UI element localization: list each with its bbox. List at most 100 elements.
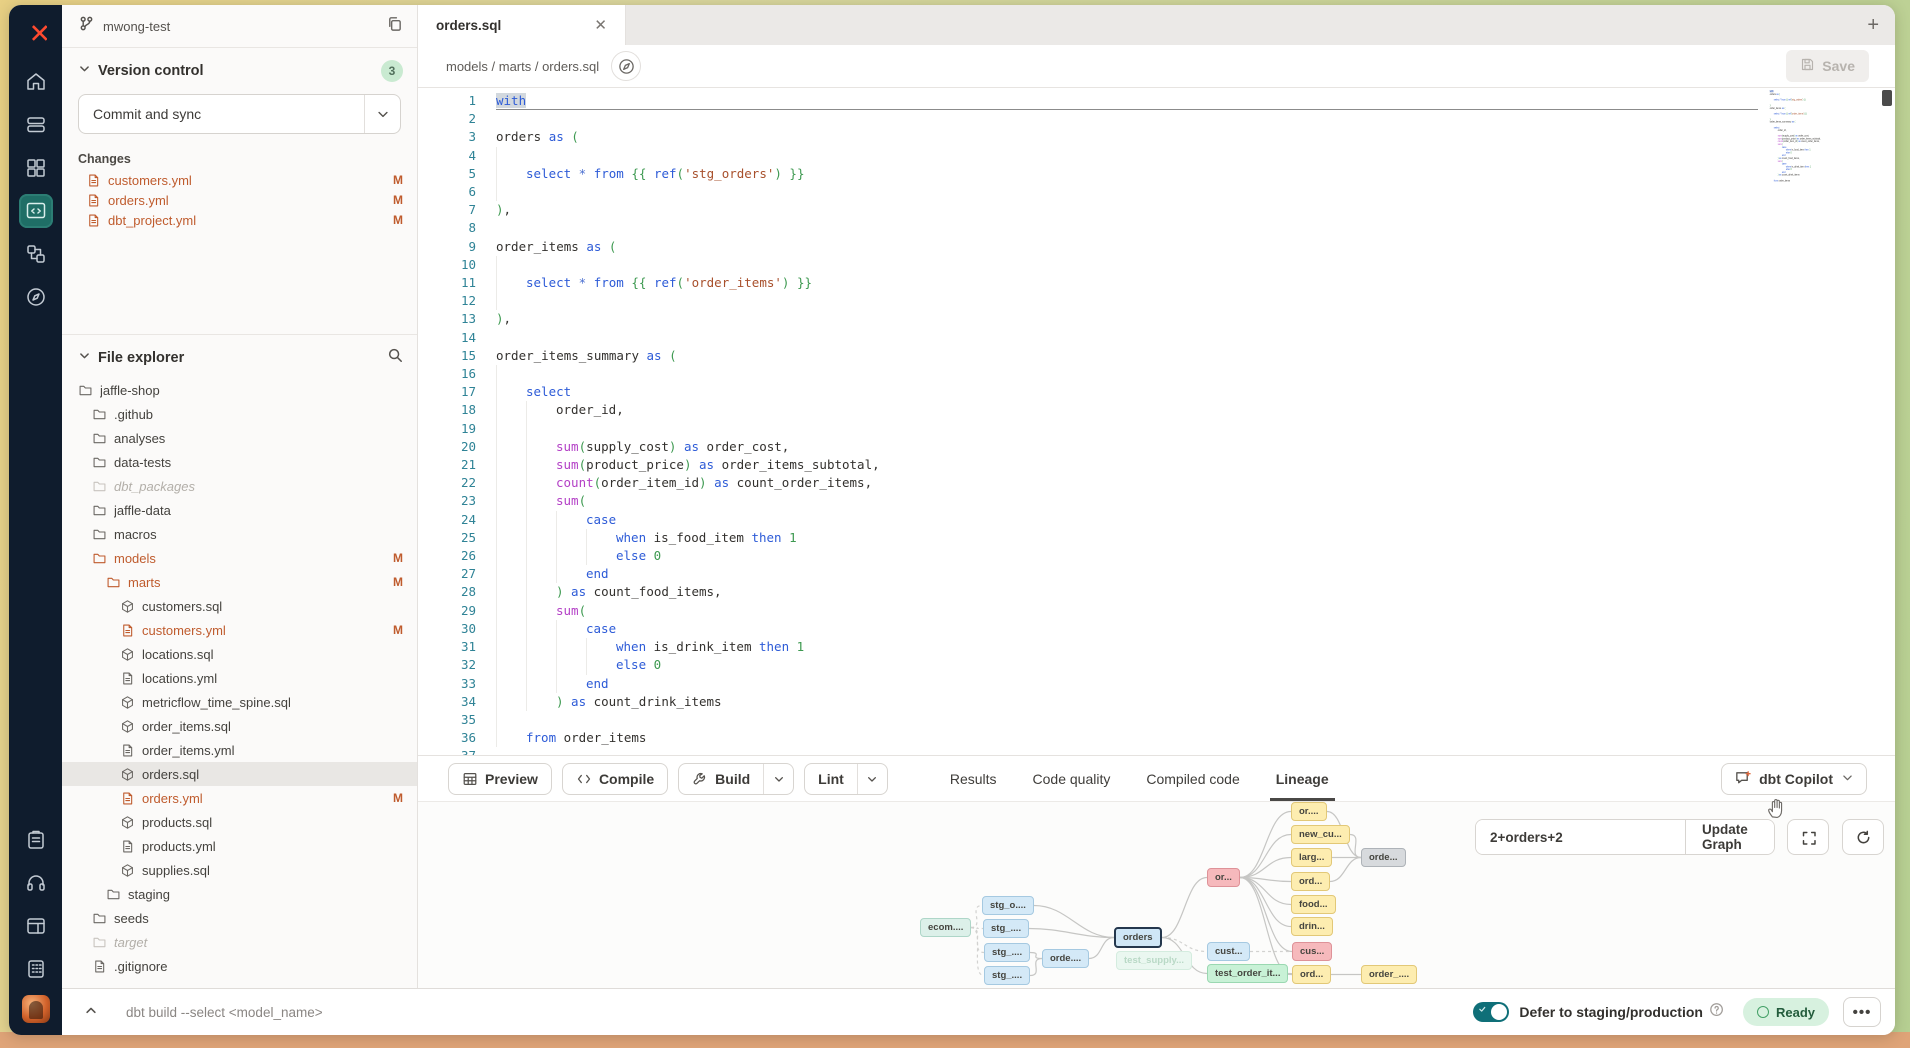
- tree-item--github[interactable]: .github: [62, 402, 417, 426]
- refresh-graph-button[interactable]: [1842, 819, 1884, 855]
- tree-item-locations-sql[interactable]: locations.sql: [62, 642, 417, 666]
- update-graph-button[interactable]: Update Graph: [1685, 820, 1774, 854]
- tree-item-dbt-packages[interactable]: dbt_packages: [62, 474, 417, 498]
- rail-item-dbt-logo[interactable]: [19, 15, 53, 49]
- search-icon[interactable]: [387, 347, 403, 368]
- save-button[interactable]: Save: [1786, 50, 1869, 82]
- commit-options-dropdown[interactable]: [364, 95, 400, 133]
- tree-item--gitignore[interactable]: .gitignore: [62, 954, 417, 978]
- open-in-explorer-button[interactable]: [611, 51, 641, 81]
- tree-item-supplies-sql[interactable]: supplies.sql: [62, 858, 417, 882]
- rail-item-dashboard-grid-icon[interactable]: [19, 151, 53, 185]
- build-dropdown[interactable]: [763, 764, 793, 794]
- help-icon[interactable]: [1709, 1002, 1725, 1023]
- build-button[interactable]: Build: [678, 763, 794, 795]
- tree-item-customers-sql[interactable]: customers.sql: [62, 594, 417, 618]
- tree-item-data-tests[interactable]: data-tests: [62, 450, 417, 474]
- changed-file-row[interactable]: dbt_project.ymlM: [62, 210, 417, 230]
- rail-item-code-editor-icon[interactable]: [19, 194, 53, 228]
- editor-scrollbar[interactable]: [1882, 88, 1892, 755]
- tab-orders-sql[interactable]: orders.sql ✕: [418, 5, 626, 45]
- code-line: 25 when is_food_item then 1: [418, 529, 880, 547]
- rail-item-explore-compass-icon[interactable]: [19, 280, 53, 314]
- tree-item-target[interactable]: target: [62, 930, 417, 954]
- tree-item-metricflow-time-spine-sql[interactable]: metricflow_time_spine.sql: [62, 690, 417, 714]
- tree-item-locations-yml[interactable]: locations.yml: [62, 666, 417, 690]
- tree-item-analyses[interactable]: analyses: [62, 426, 417, 450]
- dbt-copilot-button[interactable]: dbt Copilot: [1721, 763, 1867, 795]
- tab-lineage[interactable]: Lineage: [1276, 756, 1329, 801]
- code-editor[interactable]: 1with23orders as (4 5 select * from {{ r…: [418, 88, 1895, 755]
- minimap[interactable]: 1with23orders as (4 5 select * from {{ r…: [1767, 90, 1833, 262]
- lint-button[interactable]: Lint: [804, 763, 888, 795]
- commit-and-sync-button[interactable]: Commit and sync: [78, 94, 401, 134]
- lineage-node-drin[interactable]: drin...: [1291, 917, 1333, 936]
- lineage-node-y_or[interactable]: or....: [1291, 802, 1327, 821]
- rail-item-clipboard-icon[interactable]: [19, 823, 53, 857]
- tree-item-products-yml[interactable]: products.yml: [62, 834, 417, 858]
- lineage-node-orders[interactable]: orders: [1114, 927, 1162, 948]
- tab-results[interactable]: Results: [950, 756, 997, 801]
- main-area: orders.sql ✕ + models / marts / orders.s…: [418, 5, 1895, 988]
- version-control-header[interactable]: Version control 3: [62, 48, 417, 90]
- lineage-node-stg_2[interactable]: stg_....: [983, 919, 1029, 938]
- chevron-up-icon[interactable]: [76, 999, 106, 1026]
- lineage-node-or_pink[interactable]: or...: [1207, 868, 1240, 887]
- lineage-node-orde[interactable]: orde....: [1042, 949, 1089, 968]
- user-avatar[interactable]: [22, 995, 50, 1023]
- changed-file-row[interactable]: orders.ymlM: [62, 190, 417, 210]
- close-icon[interactable]: ✕: [590, 16, 611, 35]
- tree-item-products-sql[interactable]: products.sql: [62, 810, 417, 834]
- rail-item-orchestration-icon[interactable]: [19, 237, 53, 271]
- copy-icon[interactable]: [386, 15, 403, 37]
- lineage-node-ord_y2[interactable]: ord...: [1292, 965, 1331, 984]
- lineage-node-cus_pink[interactable]: cus...: [1292, 942, 1332, 961]
- rail-item-panel-window-icon[interactable]: [19, 909, 53, 943]
- changed-file-row[interactable]: customers.ymlM: [62, 170, 417, 190]
- tree-item-marts[interactable]: martsM: [62, 570, 417, 594]
- tree-item-orders-yml[interactable]: orders.ymlM: [62, 786, 417, 810]
- tree-item-order-items-sql[interactable]: order_items.sql: [62, 714, 417, 738]
- tree-item-models[interactable]: modelsM: [62, 546, 417, 570]
- lineage-node-cust[interactable]: cust...: [1207, 942, 1250, 961]
- lineage-node-stg_o[interactable]: stg_o....: [982, 896, 1034, 915]
- lineage-node-orde_gray[interactable]: orde...: [1361, 848, 1406, 867]
- lineage-node-stg_3[interactable]: stg_....: [984, 943, 1030, 962]
- rail-item-keypad-icon[interactable]: [19, 952, 53, 986]
- command-input[interactable]: dbt build --select <model_name>: [126, 1005, 1473, 1020]
- tree-item-jaffle-shop[interactable]: jaffle-shop: [62, 378, 417, 402]
- code-line: 17 select: [418, 383, 880, 401]
- lineage-node-stg_4[interactable]: stg_....: [984, 966, 1030, 985]
- check-icon: [1478, 1003, 1489, 1021]
- lineage-filter-input[interactable]: [1476, 820, 1685, 854]
- tree-item-customers-yml[interactable]: customers.ymlM: [62, 618, 417, 642]
- tab-code-quality[interactable]: Code quality: [1033, 756, 1111, 801]
- tree-item-jaffle-data[interactable]: jaffle-data: [62, 498, 417, 522]
- lint-dropdown[interactable]: [857, 764, 887, 794]
- lineage-node-ghost[interactable]: test_supply...: [1116, 951, 1192, 970]
- tree-item-order-items-yml[interactable]: order_items.yml: [62, 738, 417, 762]
- defer-toggle[interactable]: [1473, 1002, 1509, 1022]
- lineage-node-test_order[interactable]: test_order_it...: [1207, 964, 1288, 983]
- compile-button[interactable]: Compile: [562, 763, 668, 795]
- tree-item-staging[interactable]: staging: [62, 882, 417, 906]
- new-tab-button[interactable]: +: [1867, 5, 1879, 45]
- hand-cursor: [1764, 796, 1786, 825]
- tree-item-seeds[interactable]: seeds: [62, 906, 417, 930]
- tree-item-macros[interactable]: macros: [62, 522, 417, 546]
- more-options-button[interactable]: •••: [1843, 997, 1881, 1027]
- lineage-node-food[interactable]: food...: [1291, 895, 1336, 914]
- lineage-node-new_cu[interactable]: new_cu...: [1291, 825, 1350, 844]
- tab-compiled-code[interactable]: Compiled code: [1146, 756, 1239, 801]
- rail-item-deploy-stack-icon[interactable]: [19, 108, 53, 142]
- rail-item-home-icon[interactable]: [19, 65, 53, 99]
- tree-item-orders-sql[interactable]: orders.sql: [62, 762, 417, 786]
- file-explorer-header[interactable]: File explorer: [62, 335, 417, 376]
- fullscreen-button[interactable]: [1787, 819, 1829, 855]
- lineage-node-ord[interactable]: ord...: [1291, 872, 1330, 891]
- lineage-node-ecom[interactable]: ecom....: [920, 918, 971, 937]
- rail-item-headset-icon[interactable]: [19, 866, 53, 900]
- lineage-node-larg[interactable]: larg...: [1291, 848, 1332, 867]
- preview-button[interactable]: Preview: [448, 763, 552, 795]
- lineage-node-order_y3[interactable]: order_....: [1361, 965, 1417, 984]
